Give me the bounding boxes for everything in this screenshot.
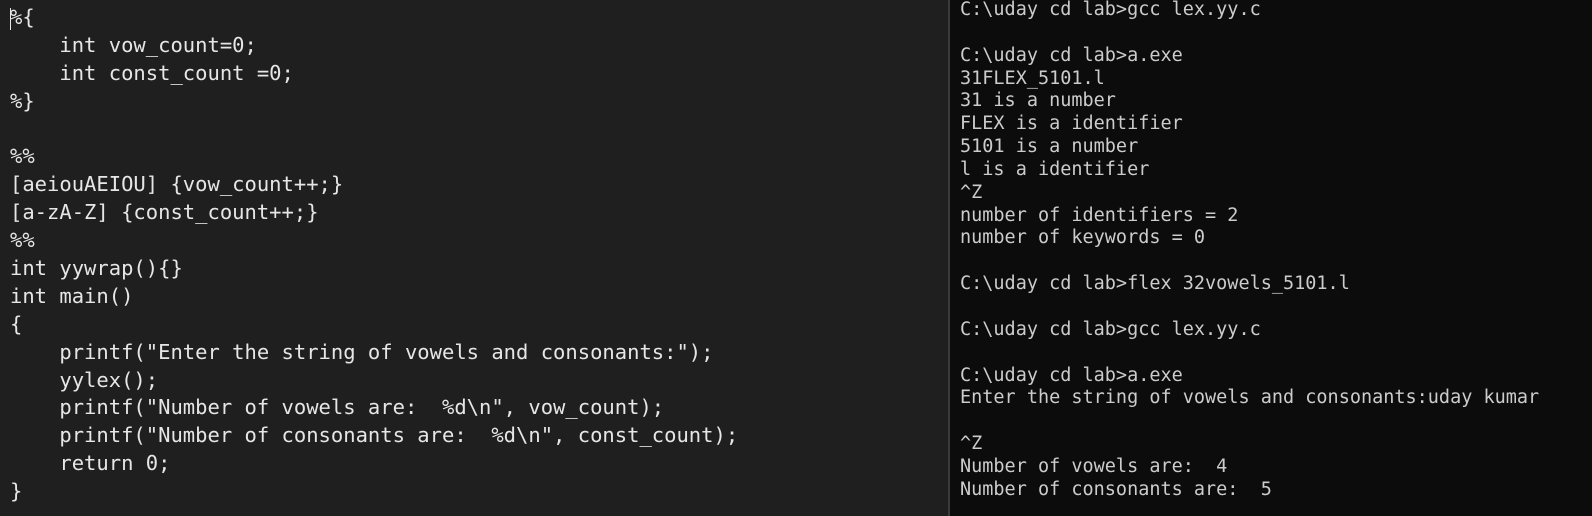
terminal-output: C:\uday cd lab>gcc lex.yy.c C:\uday cd l… [960,0,1539,502]
terminal-line: 31FLEX_5101.l [960,67,1105,89]
terminal-line: Number of vowels are: 4 [960,455,1228,477]
code-line[interactable]: int main() [10,283,738,311]
terminal-line: C:\uday cd lab>flex 32vowels_5101.l [960,273,1350,295]
terminal-line: Number of consonants are: 5 [960,478,1272,500]
code-line[interactable]: return 0; [10,450,738,478]
terminal-line: C:\uday cd lab>a.exe [960,364,1183,386]
code-line[interactable]: printf("Number of vowels are: %d\n", vow… [10,394,738,422]
code-line[interactable]: int const_count =0; [10,60,738,88]
code-line[interactable]: %{ [10,4,738,32]
code-line[interactable]: %} [10,88,738,116]
terminal-line: 5101 is a number [960,136,1139,158]
terminal-line: FLEX is a identifier [960,113,1183,135]
code-line[interactable]: int vow_count=0; [10,32,738,60]
terminal-line: l is a identifier [960,158,1150,180]
terminal-line: number of identifiers = 2 [960,204,1239,226]
code-line[interactable]: int yywrap(){} [10,255,738,283]
code-line[interactable] [10,116,738,144]
code-line[interactable]: printf("Number of consonants are: %d\n",… [10,422,738,450]
code-line[interactable]: [a-zA-Z] {const_count++;} [10,199,738,227]
code-line[interactable]: %% [10,227,738,255]
terminal-line: number of keywords = 0 [960,227,1206,249]
code-editor-pane[interactable]: %{ int vow_count=0; int const_count =0; … [0,0,948,516]
code-line[interactable]: %% [10,143,738,171]
code-lines: %{ int vow_count=0; int const_count =0; … [10,4,738,506]
terminal-line: C:\uday cd lab>gcc lex.yy.c [960,318,1261,340]
terminal-line: C:\uday cd lab>a.exe [960,44,1183,66]
terminal-line: ^Z [960,181,983,203]
terminal-line: C:\uday cd lab>gcc lex.yy.c [960,0,1261,20]
terminal-line: Enter the string of vowels and consonant… [960,387,1540,409]
code-line[interactable]: { [10,311,738,339]
terminal-line: 31 is a number [960,90,1116,112]
terminal-pane[interactable]: C:\uday cd lab>gcc lex.yy.c C:\uday cd l… [950,0,1592,516]
code-line[interactable]: printf("Enter the string of vowels and c… [10,339,738,367]
code-line[interactable]: } [10,478,738,506]
code-line[interactable]: [aeiouAEIOU] {vow_count++;} [10,171,738,199]
code-line[interactable]: yylex(); [10,367,738,395]
terminal-line: ^Z [960,433,983,455]
